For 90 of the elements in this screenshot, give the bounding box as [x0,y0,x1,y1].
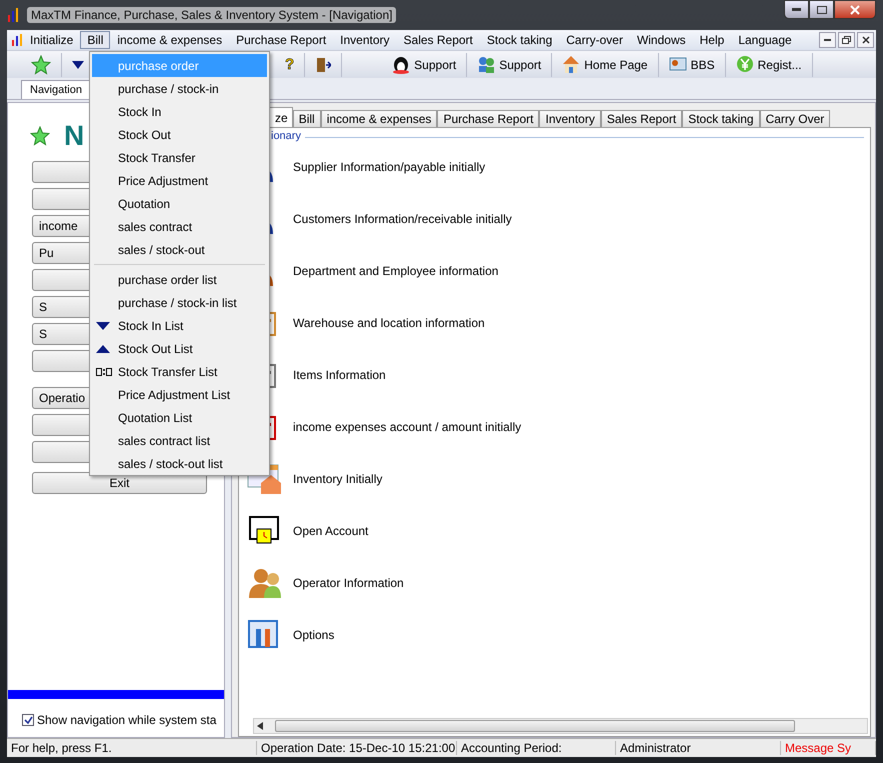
tab[interactable]: Stock taking [682,110,760,128]
toolbar-button[interactable]: Regist... [726,52,813,76]
restore-icon [842,36,851,44]
checkbox-label: Show navigation while system sta [37,713,216,727]
house-icon [562,55,580,74]
menu-item[interactable]: Help [692,31,732,49]
menu-item[interactable]: Quotation List [92,406,267,429]
close-button[interactable] [857,32,874,48]
menu-item[interactable]: Language [731,31,799,49]
item-link[interactable]: Items Information [293,368,386,382]
close-button[interactable] [834,0,876,19]
status-text: For help, press F1. [7,741,257,755]
minimize-button[interactable] [784,0,809,19]
menu-item[interactable]: Stock In [92,100,267,123]
menu-item[interactable]: income & expenses [110,31,230,49]
item-link[interactable]: Options [293,628,334,642]
status-text: Accounting Period: [457,741,616,755]
menu-item[interactable]: Sales Report [396,31,480,49]
menu-item[interactable]: sales contract list [92,429,267,452]
item-link[interactable]: Inventory Initially [293,472,382,486]
menu-item[interactable]: Stock taking [480,31,560,49]
checkbox[interactable] [22,714,34,726]
close-icon [862,36,870,44]
toolbar-button[interactable]: Support [382,52,468,76]
minimize-button[interactable] [819,32,836,48]
menu-item[interactable]: purchase / stock-in list [92,291,267,314]
tab[interactable]: Sales Report [600,110,682,128]
menu-item[interactable]: Bill [80,31,110,49]
menu-item[interactable]: Quotation [92,192,267,215]
menu-item[interactable]: Carry-over [559,31,630,49]
app-icon [11,33,23,47]
status-text: Administrator [616,741,781,755]
down-triangle-icon [72,60,84,68]
minimize-icon [824,39,831,41]
penguin-icon [392,55,410,74]
horizontal-scrollbar[interactable] [253,718,868,734]
menu-item[interactable]: sales / stock-out [92,238,267,261]
tab[interactable]: income & expenses [320,110,438,128]
up-triangle-icon [96,344,110,352]
menu-item[interactable]: Stock Transfer [92,146,267,169]
menu-item[interactable]: sales / stock-out list [92,452,267,475]
menu-item[interactable]: purchase / stock-in [92,77,267,100]
menu-item[interactable]: Inventory [333,31,397,49]
star-icon [31,54,51,74]
window-title: MaxTM Finance, Purchase, Sales & Inventory System - [Navigation] [27,7,396,23]
navigation-title: N [64,120,84,152]
maximize-button[interactable] [809,0,834,19]
app-icon [7,7,21,23]
tab[interactable]: Bill [292,110,321,128]
tab[interactable]: Carry Over [760,110,830,128]
group-legend: ionary [267,130,305,142]
maximize-icon [816,6,826,14]
toolbar-button[interactable]: Support [467,52,552,76]
restore-button[interactable] [838,32,855,48]
status-text: Message Sy [781,741,876,755]
star-icon [30,126,50,146]
menu-item[interactable]: Stock In List [92,314,267,337]
tools-icon [247,619,281,651]
menu-item[interactable]: purchase order list [92,268,267,291]
menu-item[interactable]: Price Adjustment [92,169,267,192]
people-icon [477,55,496,74]
minimize-icon [792,8,801,11]
menu-item[interactable]: Stock Out [92,123,267,146]
item-link[interactable]: Warehouse and location information [293,316,485,330]
item-link[interactable]: income expenses account / amount initially [293,420,522,434]
item-link[interactable]: Department and Employee information [293,264,498,278]
menu-item[interactable]: Purchase Report [229,31,334,49]
door-arrow-icon [315,56,332,72]
item-link[interactable]: Customers Information/receivable initially [293,212,512,226]
people-icon [247,567,281,599]
down-triangle-icon [96,322,110,330]
tab[interactable]: Inventory [539,110,601,128]
menu-item[interactable]: sales contract [92,215,267,238]
item-link[interactable]: Open Account [293,524,368,538]
menu-item[interactable]: Stock Transfer List [92,360,267,383]
document-tab[interactable]: Navigation [21,80,91,99]
item-link[interactable]: Operator Information [293,576,404,590]
status-text: Operation Date: 15-Dec-10 15:21:00 [257,741,457,755]
left-arrow-icon [257,722,263,730]
menu-item[interactable]: Stock Out List [92,337,267,360]
transfer-icon [96,368,112,376]
toolbar-button[interactable]: Home Page [552,52,659,76]
menu-item[interactable]: Initialize [23,31,80,49]
item-link[interactable]: Supplier Information/payable initially [293,160,486,174]
menu-item[interactable]: Windows [630,31,693,49]
yen-coin-icon [736,55,754,74]
tab[interactable]: Purchase Report [437,110,540,128]
menu-item[interactable]: Price Adjustment List [92,383,267,406]
close-icon [850,4,860,14]
toolbar-button[interactable]: BBS [658,52,726,76]
